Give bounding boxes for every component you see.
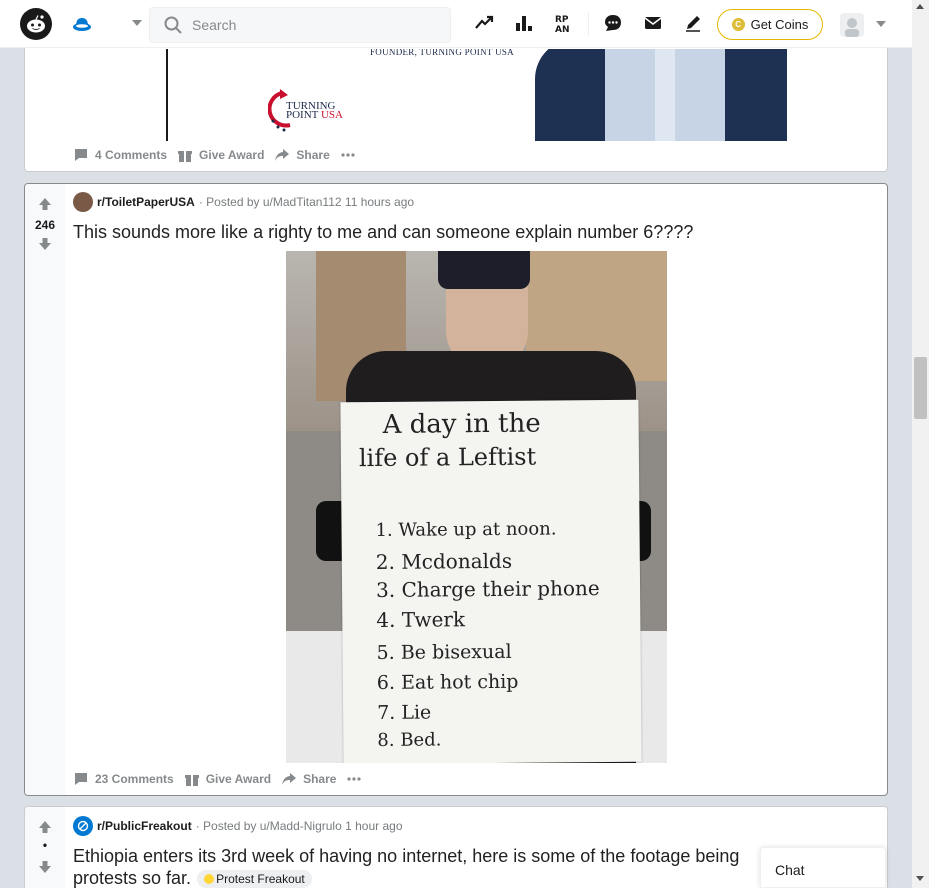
share-icon (282, 773, 297, 785)
subreddit-icon[interactable] (73, 816, 93, 836)
trending-icon[interactable] (473, 12, 495, 34)
post-time[interactable]: 11 hours ago (345, 195, 414, 209)
sign-item: 8. Bed. (377, 729, 442, 751)
comment-icon (75, 773, 87, 785)
search-icon (164, 16, 182, 34)
home-icon[interactable] (70, 12, 94, 36)
upvote-icon[interactable] (38, 820, 52, 834)
share-button[interactable]: Share (274, 147, 330, 163)
header-divider (588, 12, 589, 36)
flair-icon (204, 873, 215, 884)
get-coins-label: Get Coins (750, 17, 809, 32)
rpan-icon[interactable]: RP AN (553, 12, 575, 34)
reddit-logo[interactable] (20, 8, 52, 40)
avatar[interactable] (840, 13, 864, 37)
gift-icon (178, 151, 193, 162)
sign-item: 7. Lie (377, 701, 432, 724)
more-options-button[interactable] (346, 771, 368, 787)
protest-sign: A day in the life of a Leftist 1. Wake u… (340, 399, 642, 763)
top-bar: RPAN C Get Coins (0, 0, 912, 48)
post-image[interactable]: FOUNDER, TURNING POINT USA TURNING POINT… (165, 49, 787, 141)
sign-item: 2. Mcdonalds (375, 548, 513, 575)
chevron-down-icon[interactable] (876, 21, 886, 27)
scroll-up-arrow[interactable] (916, 4, 924, 9)
post-title-continued[interactable]: protests so far. Protest Freakout (73, 868, 312, 888)
beanie (438, 251, 530, 289)
share-button[interactable]: Share (281, 771, 336, 787)
image-caption: FOUNDER, TURNING POINT USA (370, 49, 514, 57)
share-label: Share (296, 148, 330, 162)
more-icon (341, 153, 355, 157)
downvote-icon[interactable] (38, 860, 52, 874)
post-time[interactable]: 1 hour ago (345, 819, 402, 833)
chat-button[interactable]: Chat (760, 847, 886, 888)
vote-score: 246 (34, 218, 56, 232)
posted-by[interactable]: · Posted by u/Madd-Nigrulo (196, 819, 342, 833)
flair-label: Protest Freakout (216, 871, 305, 886)
more-icon (347, 777, 362, 781)
svg-text:AN: AN (555, 25, 570, 33)
search-input[interactable] (192, 17, 432, 33)
post-meta: r/PublicFreakout · Posted by u/Madd-Nigr… (73, 816, 403, 836)
subreddit-link[interactable]: r/ToiletPaperUSA (97, 195, 195, 209)
posted-by[interactable]: · Posted by u/MadTitan112 (199, 195, 342, 209)
comments-label: 23 Comments (95, 772, 174, 786)
post-flair[interactable]: Protest Freakout (197, 869, 312, 888)
post-actions: 23 Comments Give Award Share (73, 771, 378, 787)
comments-button[interactable]: 4 Comments (73, 147, 167, 163)
logo-text: USA (320, 109, 343, 121)
person-silhouette (535, 49, 787, 141)
pen-icon[interactable] (682, 12, 704, 34)
more-options-button[interactable] (340, 147, 362, 163)
turning-point-logo: TURNING POINT USA (268, 89, 348, 135)
svg-text:RP: RP (555, 15, 569, 25)
subreddit-link[interactable]: r/PublicFreakout (97, 819, 192, 833)
post-card[interactable]: • r/PublicFreakout · Posted by u/Madd-Ni… (24, 806, 888, 888)
give-award-button[interactable]: Give Award (177, 147, 264, 163)
chat-icon[interactable] (602, 12, 624, 34)
share-label: Share (303, 772, 337, 786)
comments-label: 4 Comments (95, 148, 168, 162)
sign-item: 5. Be bisexual (376, 640, 512, 665)
chevron-down-icon[interactable] (132, 20, 142, 26)
post-actions: 4 Comments Give Award Share (73, 147, 372, 163)
sign-item: 3. Charge their phone (375, 576, 600, 603)
post-title-line: protests so far. (73, 868, 192, 888)
sign-item: 6. Eat hot chip (376, 670, 519, 694)
scroll-down-arrow[interactable] (916, 876, 924, 881)
comments-button[interactable]: 23 Comments (73, 771, 174, 787)
vote-column: 246 (25, 184, 65, 795)
search-bar[interactable] (149, 7, 451, 43)
post-card[interactable]: 246 r/ToiletPaperUSA · Posted by u/MadTi… (24, 183, 888, 796)
vote-score: • (42, 838, 48, 852)
chat-label: Chat (775, 862, 805, 878)
downvote-icon[interactable] (38, 237, 52, 251)
sign-item: 4. Twerk (376, 607, 466, 633)
post-title[interactable]: Ethiopia enters its 3rd week of having n… (73, 846, 739, 867)
sign-item: 1. Wake up at noon. (375, 518, 557, 542)
sign-line: life of a Leftist (358, 442, 537, 473)
scrollbar[interactable] (912, 0, 929, 888)
vote-column: • (25, 807, 65, 888)
comment-icon (75, 149, 87, 161)
gift-icon (184, 775, 199, 786)
mail-icon[interactable] (642, 12, 664, 34)
upvote-icon[interactable] (38, 197, 52, 211)
post-meta: r/ToiletPaperUSA · Posted by u/MadTitan1… (73, 192, 414, 212)
logo-text: POINT (286, 109, 319, 121)
share-icon (275, 149, 290, 161)
subreddit-icon[interactable] (73, 192, 93, 212)
scroll-thumb[interactable] (914, 357, 927, 419)
get-coins-button[interactable]: C Get Coins (717, 9, 823, 40)
award-label: Give Award (199, 148, 265, 162)
award-label: Give Award (205, 772, 272, 786)
leaderboard-icon[interactable] (513, 12, 535, 34)
post-image[interactable]: A day in the life of a Leftist 1. Wake u… (286, 251, 667, 763)
post-title[interactable]: This sounds more like a righty to me and… (73, 222, 693, 243)
sign-line: A day in the (382, 408, 541, 440)
give-award-button[interactable]: Give Award (184, 771, 271, 787)
coin-icon: C (731, 18, 745, 31)
